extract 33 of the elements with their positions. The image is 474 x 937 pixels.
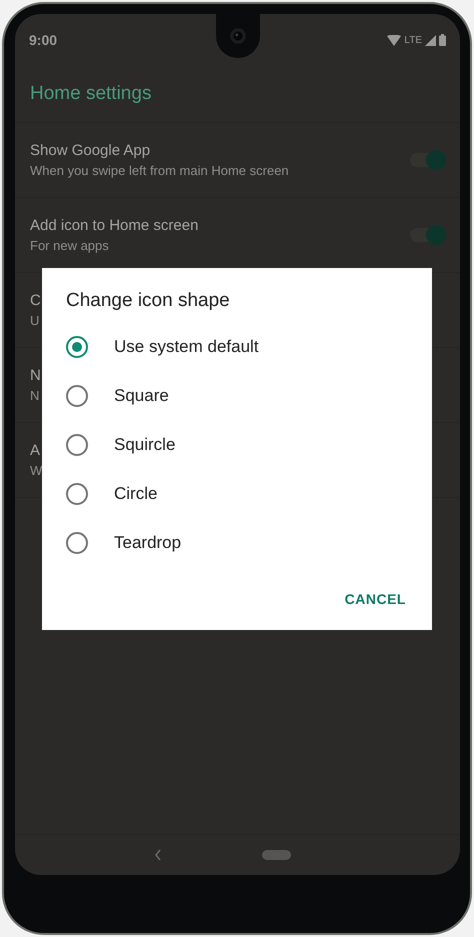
setting-title: C <box>30 292 41 309</box>
page-title: Home settings <box>30 83 152 105</box>
setting-title: N <box>30 367 41 384</box>
toggle-switch[interactable] <box>410 153 444 167</box>
radio-option[interactable]: Use system default <box>66 322 408 371</box>
radio-option[interactable]: Teardrop <box>66 518 408 567</box>
setting-title: A <box>30 442 42 459</box>
setting-subtitle: W <box>30 463 42 478</box>
setting-title: Add icon to Home screen <box>30 217 198 234</box>
radio-button[interactable] <box>66 384 88 406</box>
radio-button[interactable] <box>66 482 88 504</box>
setting-title: Show Google App <box>30 142 152 159</box>
wifi-icon <box>387 34 402 46</box>
radio-option[interactable]: Squircle <box>66 420 408 469</box>
cancel-button[interactable]: CANCEL <box>342 583 408 615</box>
status-time: 9:00 <box>29 32 58 48</box>
dialog-title: Change icon shape <box>66 290 231 312</box>
radio-option[interactable]: Circle <box>66 469 408 518</box>
setting-row[interactable]: Show Google App When you swipe left from main Home screen <box>15 123 460 198</box>
radio-button[interactable] <box>66 434 88 456</box>
setting-subtitle: N <box>30 388 40 403</box>
radio-option[interactable]: Square <box>66 371 408 420</box>
radio-button[interactable] <box>66 532 88 554</box>
network-label: LTE <box>404 34 422 46</box>
battery-icon <box>439 34 446 46</box>
setting-subtitle: For new apps <box>30 238 110 253</box>
setting-subtitle: U <box>30 313 40 328</box>
radio-button[interactable] <box>66 336 88 358</box>
back-icon[interactable] <box>154 849 162 861</box>
signal-icon <box>425 34 436 46</box>
camera-icon <box>228 27 246 45</box>
toggle-switch[interactable] <box>410 228 444 242</box>
setting-subtitle: When you swipe left from main Home screen <box>30 163 289 178</box>
